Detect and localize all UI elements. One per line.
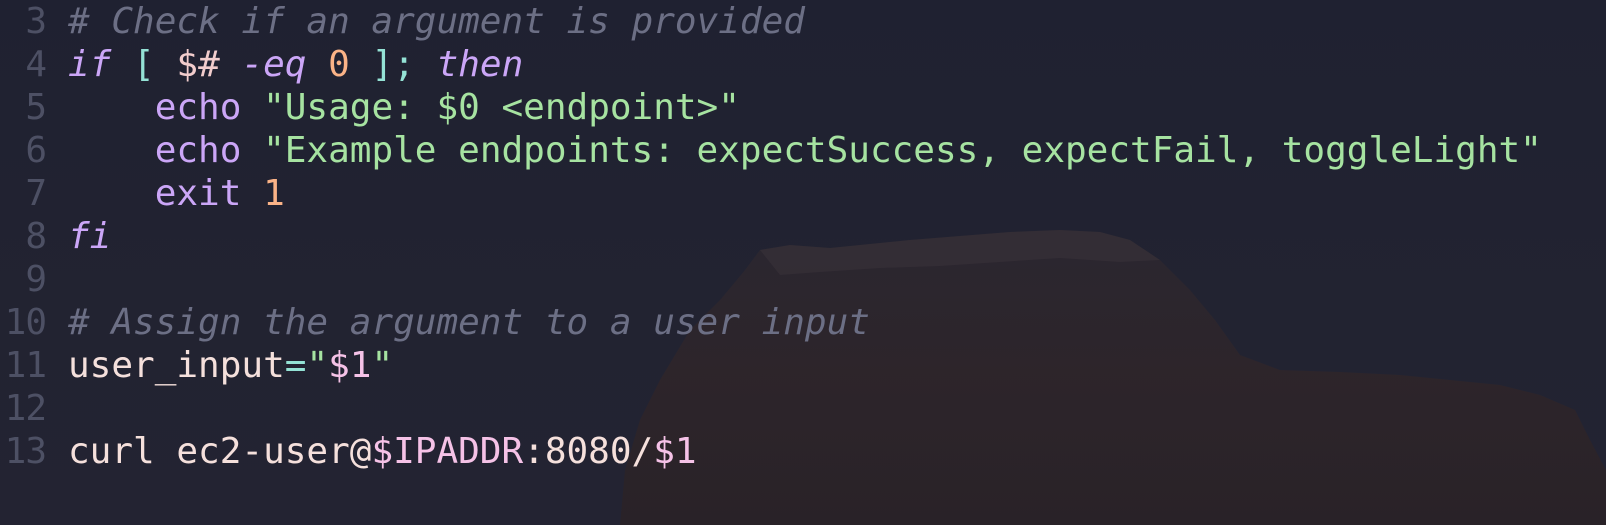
code-line[interactable]: 3 # Check if an argument is provided <box>0 0 805 44</box>
line-text[interactable]: echo "Usage: $0 <endpoint>" <box>46 86 740 130</box>
line-text[interactable]: # Assign the argument to a user input <box>46 301 870 345</box>
code-token-kw: -eq <box>241 44 307 85</box>
code-token-cmd: echo <box>154 87 242 128</box>
code-token-str: "Example endpoints: expectSuccess, expec… <box>241 130 1542 171</box>
line-text[interactable]: # Check if an argument is provided <box>46 0 805 44</box>
line-number: 13 <box>4 431 47 472</box>
code-token-kw: if <box>68 44 112 85</box>
code-token-kw: then <box>436 44 524 85</box>
code-line[interactable]: 6 echo "Example endpoints: expectSuccess… <box>0 129 1542 173</box>
code-token-light: curl ec2-user@ <box>68 431 372 472</box>
line-number: 12 <box>4 388 47 429</box>
code-line[interactable]: 11 user_input="$1" <box>0 344 394 388</box>
line-number: 5 <box>25 87 47 128</box>
code-token-op: = <box>284 345 307 386</box>
code-token-cmd: exit <box>154 173 242 214</box>
code-token-kw: fi <box>68 216 112 257</box>
code-token-cmd: echo <box>154 130 242 171</box>
code-token-comment: # Assign the argument to a user input <box>68 302 870 343</box>
code-line[interactable]: 12 <box>0 387 68 431</box>
line-number: 11 <box>4 345 47 386</box>
line-text[interactable]: fi <box>46 215 111 259</box>
code-token-light: user_input <box>68 345 285 386</box>
line-text[interactable] <box>46 387 68 431</box>
code-token-op: ]; <box>349 44 415 85</box>
code-token-pink: $1 <box>653 431 697 472</box>
line-text[interactable]: user_input="$1" <box>46 344 393 388</box>
line-number: 9 <box>25 259 47 300</box>
code-token-pink: $IPADDR <box>371 431 524 472</box>
line-number: 3 <box>25 1 47 42</box>
line-text[interactable]: curl ec2-user@$IPADDR:8080/$1 <box>46 430 697 474</box>
code-line[interactable]: 8 fi <box>0 215 111 259</box>
line-text[interactable]: exit 1 <box>46 172 285 216</box>
code-token-num: 0 <box>328 44 350 85</box>
code-token-str: "Usage: $0 <endpoint>" <box>241 87 740 128</box>
code-token-comment: # Check if an argument is provided <box>68 1 805 42</box>
line-number: 8 <box>25 216 47 257</box>
code-token-str: " <box>306 345 329 386</box>
line-text[interactable]: if [ $# -eq 0 ]; then <box>46 43 523 87</box>
code-editor[interactable]: 3 # Check if an argument is provided 4 if [… <box>0 0 1606 525</box>
code-token-str: " <box>371 345 394 386</box>
code-token-light: :8080/ <box>523 431 654 472</box>
line-number: 10 <box>4 302 47 343</box>
code-token-op: [ <box>111 44 177 85</box>
line-text[interactable] <box>46 258 68 302</box>
code-line[interactable]: 5 echo "Usage: $0 <endpoint>" <box>0 86 740 130</box>
line-text[interactable]: echo "Example endpoints: expectSuccess, … <box>46 129 1542 173</box>
code-line[interactable]: 9 <box>0 258 68 302</box>
line-number: 4 <box>25 44 47 85</box>
code-line[interactable]: 13 curl ec2-user@$IPADDR:8080/$1 <box>0 430 697 474</box>
code-line[interactable]: 10 # Assign the argument to a user input <box>0 301 870 345</box>
code-line[interactable]: 4 if [ $# -eq 0 ]; then <box>0 43 523 87</box>
code-token-var: $# <box>176 44 220 85</box>
code-line[interactable]: 7 exit 1 <box>0 172 285 216</box>
line-number: 7 <box>25 173 47 214</box>
code-token-num: 1 <box>263 173 285 214</box>
line-number: 6 <box>25 130 47 171</box>
code-token-pink: $1 <box>328 345 372 386</box>
